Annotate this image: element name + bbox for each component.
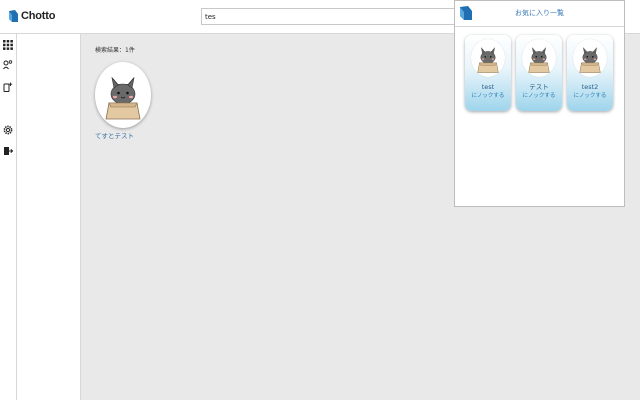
cat-avatar-icon: [528, 47, 550, 73]
cat-avatar-icon: [477, 47, 499, 73]
result-count: 検索結果：1件: [95, 47, 135, 54]
avatar: [95, 62, 151, 128]
icon-sidebar: [0, 34, 17, 400]
favorite-name: test: [481, 83, 495, 91]
search-input[interactable]: [201, 8, 456, 25]
result-item[interactable]: てすとテスト: [95, 62, 153, 140]
favorite-card[interactable]: test2 にノックする: [567, 35, 613, 111]
favorites-title: お気に入り一覧: [515, 9, 564, 17]
favorite-card[interactable]: テスト にノックする: [516, 35, 562, 111]
result-name[interactable]: てすとテスト: [95, 130, 153, 140]
favorites-popup: お気に入り一覧 test にノックする テスト にノックする test2 にノッ…: [454, 0, 625, 207]
user-key-icon[interactable]: [3, 60, 13, 70]
avatar: [522, 39, 556, 77]
cat-avatar-icon: [105, 76, 141, 120]
app-name: Chotto: [21, 10, 56, 22]
logout-icon[interactable]: [3, 146, 13, 156]
favorite-name: test2: [581, 83, 599, 91]
favorite-name: テスト: [529, 83, 549, 91]
knock-label: にノックする: [573, 93, 607, 99]
avatar: [471, 39, 505, 77]
app-logo[interactable]: Chotto: [8, 9, 55, 23]
favorites-header: お気に入り一覧: [455, 1, 624, 27]
cat-avatar-icon: [579, 47, 601, 73]
gear-icon[interactable]: [3, 125, 13, 135]
knock-label: にノックする: [471, 93, 505, 99]
logo-icon: [9, 10, 18, 22]
favorite-card[interactable]: test にノックする: [465, 35, 511, 111]
knock-label: にノックする: [522, 93, 556, 99]
grid-icon[interactable]: [3, 40, 13, 50]
avatar: [573, 39, 607, 77]
secondary-panel: [17, 34, 81, 400]
device-add-icon[interactable]: [3, 82, 13, 92]
